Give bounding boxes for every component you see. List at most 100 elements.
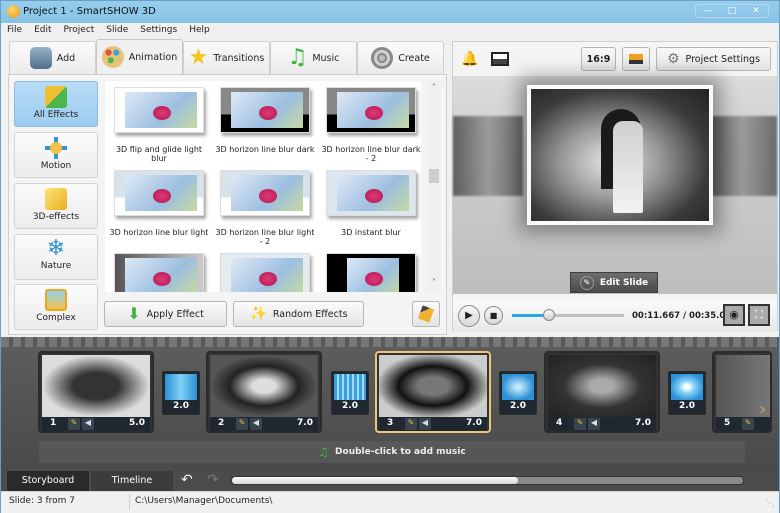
category-all-effects[interactable]: All Effects xyxy=(14,81,98,127)
tab-transitions[interactable]: ★ Transitions xyxy=(183,41,270,74)
project-settings-button[interactable]: ⚙ Project Settings xyxy=(656,47,771,71)
tab-add[interactable]: Add xyxy=(9,41,96,74)
effects-scrollbar[interactable]: ˄ ˅ xyxy=(427,81,441,292)
pencil-icon[interactable]: ✎ xyxy=(236,418,248,430)
scroll-right-arrow-icon[interactable]: › xyxy=(759,399,766,420)
transition-thumbnail[interactable]: 2.0 xyxy=(162,371,200,415)
tab-label: Transitions xyxy=(213,52,265,64)
slide-thumbnail-selected[interactable]: 3 ✎ ◀ 7.0 xyxy=(375,351,491,433)
menu-project[interactable]: Project xyxy=(58,23,101,39)
speaker-icon[interactable]: ◀ xyxy=(588,418,600,430)
landscape-icon xyxy=(629,54,643,64)
transition-thumbnail[interactable]: 2.0 xyxy=(331,371,369,415)
tab-timeline[interactable]: Timeline xyxy=(91,471,173,491)
speaker-icon[interactable]: ◀ xyxy=(419,418,431,430)
redo-icon[interactable]: ↷ xyxy=(207,472,219,488)
scroll-up-icon[interactable]: ˄ xyxy=(427,83,441,95)
pictures-icon xyxy=(45,289,67,311)
scroll-thumb[interactable] xyxy=(429,169,439,183)
preview-ghost-right xyxy=(707,116,777,196)
transition-image xyxy=(165,374,197,400)
menu-file[interactable]: File xyxy=(1,23,28,39)
bell-icon[interactable]: 🔔 xyxy=(461,51,478,67)
tab-create[interactable]: Create xyxy=(357,41,444,74)
menu-bar: File Edit Project Slide Settings Help xyxy=(1,23,779,39)
clear-effect-button[interactable] xyxy=(412,301,440,327)
pencil-icon[interactable]: ✎ xyxy=(68,418,80,430)
transition-thumbnail[interactable]: 2.0 xyxy=(499,371,537,415)
speaker-icon[interactable]: ◀ xyxy=(250,418,262,430)
slide-thumbnail[interactable]: 1 ✎ ◀ 5.0 xyxy=(38,351,154,433)
menu-edit[interactable]: Edit xyxy=(28,23,57,39)
seek-handle[interactable] xyxy=(543,309,556,321)
menu-settings[interactable]: Settings xyxy=(134,23,183,39)
aspect-ratio-button[interactable]: 16:9 xyxy=(581,47,616,71)
tab-music[interactable]: ♫ Music xyxy=(270,41,357,74)
brush-icon xyxy=(417,305,435,323)
effect-item[interactable] xyxy=(107,253,211,292)
effect-item[interactable]: 3D horizon line blur light - 2 xyxy=(213,170,317,246)
edit-slide-button[interactable]: ✎ Edit Slide xyxy=(570,272,658,293)
preview-ghost-left xyxy=(453,116,523,196)
maximize-button[interactable]: □ xyxy=(720,5,744,17)
tab-animation[interactable]: Animation xyxy=(96,39,183,74)
category-3d-effects[interactable]: 3D-effects xyxy=(14,183,98,229)
menu-help[interactable]: Help xyxy=(183,23,216,39)
background-button[interactable] xyxy=(622,47,650,71)
effect-item[interactable] xyxy=(213,253,317,292)
gear-icon: ⚙ xyxy=(666,51,680,67)
slide-thumbnail[interactable]: 5 ✎ xyxy=(712,351,772,433)
preview-panel: 🔔 16:9 ⚙ Project Settings ✎ Edit Slide ▶… xyxy=(452,41,778,332)
effect-thumbnail xyxy=(114,87,204,133)
music-track-dropzone[interactable]: ♫ Double-click to add music xyxy=(39,441,745,463)
scroll-down-icon[interactable]: ˅ xyxy=(427,278,441,290)
effect-item[interactable] xyxy=(319,253,421,292)
star-icon: ★ xyxy=(188,45,209,70)
minimize-button[interactable]: — xyxy=(696,5,720,17)
effect-item[interactable]: 3D horizon line blur light xyxy=(107,170,211,237)
stop-button[interactable]: ■ xyxy=(484,306,503,325)
pencil-icon[interactable]: ✎ xyxy=(405,418,417,430)
transition-image xyxy=(334,374,366,400)
category-nature[interactable]: ❄ Nature xyxy=(14,234,98,280)
pencil-icon[interactable]: ✎ xyxy=(574,418,586,430)
app-logo-icon xyxy=(7,5,20,18)
preview-main-photo xyxy=(527,85,713,225)
speaker-icon[interactable]: ◀ xyxy=(82,418,94,430)
tab-storyboard[interactable]: Storyboard xyxy=(7,471,89,491)
storyboard-panel: 1 ✎ ◀ 5.0 2.0 2 ✎ ◀ 7.0 2.0 3 ✎ ◀ 7.0 2.0 4 ✎ ◀ 7.0 … xyxy=(1,337,779,469)
snowflake-icon: ❄ xyxy=(46,236,66,261)
storyboard-scrollbar[interactable] xyxy=(231,476,744,485)
effects-panel: All Effects Motion 3D-effects ❄ Nature C… xyxy=(8,74,447,335)
undo-icon[interactable]: ↶ xyxy=(181,472,193,488)
effect-item[interactable]: 3D horizon line blur dark - 2 xyxy=(319,87,421,163)
menu-slide[interactable]: Slide xyxy=(100,23,134,39)
slide-thumbnail[interactable]: 4 ✎ ◀ 7.0 xyxy=(544,351,660,433)
play-button[interactable]: ▶ xyxy=(458,305,480,327)
snapshot-button[interactable]: ◉ xyxy=(723,304,745,326)
resize-grip-icon[interactable]: ⋱ xyxy=(765,498,775,509)
effect-item[interactable]: 3D instant blur xyxy=(319,170,421,237)
tab-label: Create xyxy=(398,52,430,64)
fullscreen-button[interactable]: ⛶ xyxy=(748,304,770,326)
player-controls: ▶ ■ 00:11.667 / 00:35.000 ◉ ⛶ xyxy=(453,300,777,332)
seek-slider[interactable] xyxy=(512,309,624,321)
pencil-icon[interactable]: ✎ xyxy=(742,418,754,430)
effect-item[interactable]: 3D horizon line blur dark xyxy=(213,87,317,154)
apply-effect-button[interactable]: ⬇ Apply Effect xyxy=(104,301,227,327)
transition-thumbnail[interactable]: 2.0 xyxy=(668,371,706,415)
close-button[interactable]: ✕ xyxy=(744,5,768,17)
slide-thumbnail[interactable]: 2 ✎ ◀ 7.0 xyxy=(206,351,322,433)
category-complex[interactable]: Complex xyxy=(14,284,98,330)
effect-item[interactable]: 3D flip and glide light blur xyxy=(107,87,211,163)
category-label: Motion xyxy=(40,161,72,171)
random-effects-button[interactable]: ✨ Random Effects xyxy=(233,301,364,327)
effect-thumbnail xyxy=(326,170,416,216)
category-label: Complex xyxy=(36,313,76,323)
storyboard-scroll-thumb[interactable] xyxy=(232,477,518,484)
image-icon[interactable] xyxy=(491,52,509,66)
tab-label: Animation xyxy=(128,51,178,63)
pencil-icon: ✎ xyxy=(579,275,594,290)
effect-thumbnail xyxy=(114,170,204,216)
category-motion[interactable]: Motion xyxy=(14,132,98,178)
